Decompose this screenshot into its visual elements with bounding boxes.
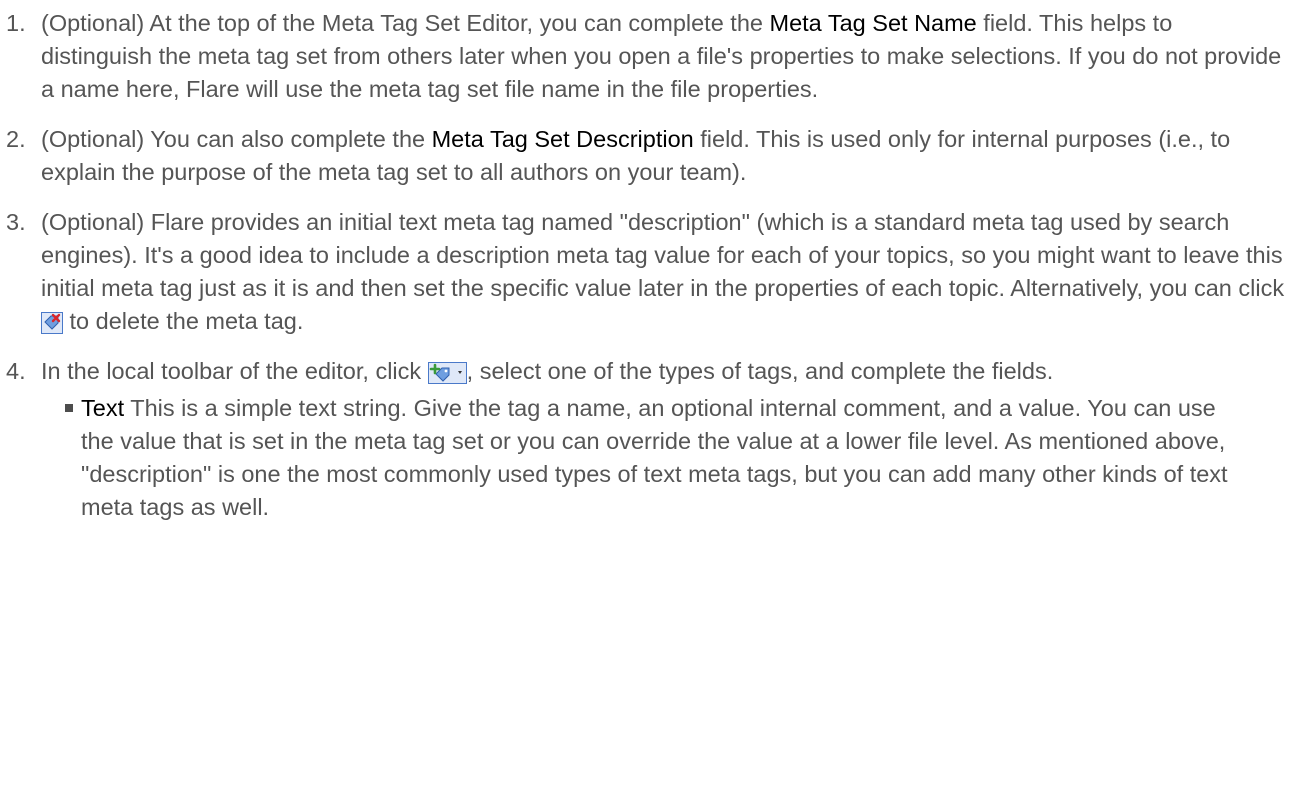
- delete-meta-tag-icon: [41, 312, 63, 334]
- step-text: , select one of the types of tags, and c…: [466, 358, 1054, 384]
- bullet-marker: [65, 404, 73, 412]
- field-name-meta-tag-set-description: Meta Tag Set Description: [431, 126, 694, 152]
- add-meta-tag-dropdown-icon: [427, 362, 467, 384]
- tag-type-list: Text This is a simple text string. Give …: [41, 392, 1286, 524]
- step-text: (Optional) Flare provides an initial tex…: [41, 209, 1285, 301]
- list-item: Text This is a simple text string. Give …: [41, 392, 1241, 524]
- step-text: to delete the meta tag.: [63, 308, 304, 334]
- step-text: (Optional) At the top of the Meta Tag Se…: [41, 10, 770, 36]
- step-2: 2. (Optional) You can also complete the …: [0, 123, 1286, 189]
- step-number: 4.: [6, 358, 26, 384]
- tag-type-name: Text: [81, 395, 125, 421]
- instructions-document: 1. (Optional) At the top of the Meta Tag…: [0, 0, 1299, 524]
- step-4: 4. In the local toolbar of the editor, c…: [0, 355, 1286, 524]
- step-1: 1. (Optional) At the top of the Meta Tag…: [0, 7, 1286, 106]
- step-text: (Optional) You can also complete the: [41, 126, 432, 152]
- step-text: In the local toolbar of the editor, clic…: [41, 358, 428, 384]
- tag-type-description: This is a simple text string. Give the t…: [81, 395, 1228, 520]
- step-number: 3.: [6, 209, 26, 235]
- step-number: 2.: [6, 126, 26, 152]
- step-3: 3. (Optional) Flare provides an initial …: [0, 206, 1286, 338]
- field-name-meta-tag-set-name: Meta Tag Set Name: [769, 10, 977, 36]
- step-number: 1.: [6, 10, 26, 36]
